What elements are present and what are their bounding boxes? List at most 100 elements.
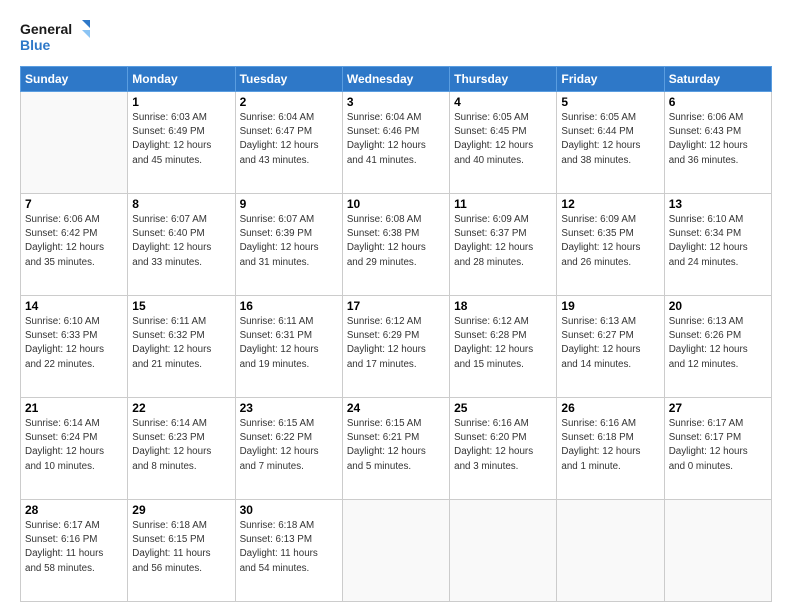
cell-daylight-info: Sunrise: 6:12 AMSunset: 6:29 PMDaylight:…	[347, 315, 445, 372]
cell-daylight-info: Sunrise: 6:17 AMSunset: 6:16 PMDaylight:…	[25, 519, 123, 576]
calendar-cell: 20 Sunrise: 6:13 AMSunset: 6:26 PMDayligh…	[664, 296, 771, 398]
cell-day-number: 9	[240, 197, 338, 211]
col-header-friday: Friday	[557, 67, 664, 92]
col-header-monday: Monday	[128, 67, 235, 92]
calendar-cell: 5 Sunrise: 6:05 AMSunset: 6:44 PMDaylight…	[557, 92, 664, 194]
cell-day-number: 30	[240, 503, 338, 517]
calendar-week-2: 7 Sunrise: 6:06 AMSunset: 6:42 PMDaylight…	[21, 194, 772, 296]
calendar-cell: 10Sunrise: 6:08 AMSunset: 6:38 PMDayligh…	[342, 194, 449, 296]
cell-day-number: 19	[561, 299, 659, 313]
cell-daylight-info: Sunrise: 6:06 AMSunset: 6:43 PMDaylight:…	[669, 111, 767, 168]
calendar-cell: 8 Sunrise: 6:07 AMSunset: 6:40 PMDaylight…	[128, 194, 235, 296]
cell-daylight-info: Sunrise: 6:05 AMSunset: 6:44 PMDaylight:…	[561, 111, 659, 168]
cell-day-number: 1	[132, 95, 230, 109]
logo-svg: General Blue	[20, 18, 90, 56]
calendar-cell: 27 Sunrise: 6:17 AMSunset: 6:17 PMDayligh…	[664, 398, 771, 500]
cell-day-number: 4	[454, 95, 552, 109]
cell-day-number: 15	[132, 299, 230, 313]
calendar-cell	[557, 500, 664, 602]
calendar-table: SundayMondayTuesdayWednesdayThursdayFrid…	[20, 66, 772, 602]
cell-day-number: 24	[347, 401, 445, 415]
cell-day-number: 20	[669, 299, 767, 313]
col-header-sunday: Sunday	[21, 67, 128, 92]
header: General Blue	[20, 18, 772, 56]
calendar-page: General Blue SundayMondayTuesdayWednesda…	[0, 0, 792, 612]
calendar-cell: 28 Sunrise: 6:17 AMSunset: 6:16 PMDayligh…	[21, 500, 128, 602]
cell-daylight-info: Sunrise: 6:06 AMSunset: 6:42 PMDaylight:…	[25, 213, 123, 270]
cell-daylight-info: Sunrise: 6:09 AMSunset: 6:37 PMDaylight:…	[454, 213, 552, 270]
calendar-cell	[450, 500, 557, 602]
cell-daylight-info: Sunrise: 6:15 AMSunset: 6:21 PMDaylight:…	[347, 417, 445, 474]
svg-text:General: General	[20, 21, 72, 37]
cell-daylight-info: Sunrise: 6:11 AMSunset: 6:31 PMDaylight:…	[240, 315, 338, 372]
cell-day-number: 21	[25, 401, 123, 415]
cell-day-number: 16	[240, 299, 338, 313]
calendar-cell: 17 Sunrise: 6:12 AMSunset: 6:29 PMDayligh…	[342, 296, 449, 398]
logo: General Blue	[20, 18, 90, 56]
calendar-cell: 1 Sunrise: 6:03 AMSunset: 6:49 PMDaylight…	[128, 92, 235, 194]
cell-daylight-info: Sunrise: 6:13 AMSunset: 6:26 PMDaylight:…	[669, 315, 767, 372]
svg-text:Blue: Blue	[20, 37, 51, 53]
cell-daylight-info: Sunrise: 6:05 AMSunset: 6:45 PMDaylight:…	[454, 111, 552, 168]
calendar-cell	[21, 92, 128, 194]
cell-day-number: 28	[25, 503, 123, 517]
cell-day-number: 18	[454, 299, 552, 313]
calendar-cell: 23 Sunrise: 6:15 AMSunset: 6:22 PMDayligh…	[235, 398, 342, 500]
calendar-cell: 14Sunrise: 6:10 AMSunset: 6:33 PMDayligh…	[21, 296, 128, 398]
calendar-cell: 2 Sunrise: 6:04 AMSunset: 6:47 PMDaylight…	[235, 92, 342, 194]
cell-day-number: 22	[132, 401, 230, 415]
calendar-cell: 15 Sunrise: 6:11 AMSunset: 6:32 PMDayligh…	[128, 296, 235, 398]
cell-daylight-info: Sunrise: 6:03 AMSunset: 6:49 PMDaylight:…	[132, 111, 230, 168]
cell-daylight-info: Sunrise: 6:04 AMSunset: 6:47 PMDaylight:…	[240, 111, 338, 168]
cell-day-number: 7	[25, 197, 123, 211]
cell-day-number: 14	[25, 299, 123, 313]
calendar-cell: 22 Sunrise: 6:14 AMSunset: 6:23 PMDayligh…	[128, 398, 235, 500]
cell-day-number: 27	[669, 401, 767, 415]
calendar-cell: 7 Sunrise: 6:06 AMSunset: 6:42 PMDaylight…	[21, 194, 128, 296]
calendar-cell: 30 Sunrise: 6:18 AMSunset: 6:13 PMDayligh…	[235, 500, 342, 602]
cell-day-number: 29	[132, 503, 230, 517]
cell-day-number: 3	[347, 95, 445, 109]
calendar-cell: 6 Sunrise: 6:06 AMSunset: 6:43 PMDaylight…	[664, 92, 771, 194]
calendar-cell: 26Sunrise: 6:16 AMSunset: 6:18 PMDayligh…	[557, 398, 664, 500]
cell-daylight-info: Sunrise: 6:14 AMSunset: 6:24 PMDaylight:…	[25, 417, 123, 474]
cell-daylight-info: Sunrise: 6:11 AMSunset: 6:32 PMDaylight:…	[132, 315, 230, 372]
calendar-week-4: 21 Sunrise: 6:14 AMSunset: 6:24 PMDayligh…	[21, 398, 772, 500]
cell-day-number: 25	[454, 401, 552, 415]
calendar-week-1: 1 Sunrise: 6:03 AMSunset: 6:49 PMDaylight…	[21, 92, 772, 194]
cell-day-number: 5	[561, 95, 659, 109]
cell-day-number: 6	[669, 95, 767, 109]
calendar-cell: 29 Sunrise: 6:18 AMSunset: 6:15 PMDayligh…	[128, 500, 235, 602]
cell-day-number: 26	[561, 401, 659, 415]
cell-daylight-info: Sunrise: 6:08 AMSunset: 6:38 PMDaylight:…	[347, 213, 445, 270]
cell-day-number: 2	[240, 95, 338, 109]
cell-daylight-info: Sunrise: 6:18 AMSunset: 6:15 PMDaylight:…	[132, 519, 230, 576]
calendar-cell: 12 Sunrise: 6:09 AMSunset: 6:35 PMDayligh…	[557, 194, 664, 296]
cell-day-number: 8	[132, 197, 230, 211]
cell-daylight-info: Sunrise: 6:12 AMSunset: 6:28 PMDaylight:…	[454, 315, 552, 372]
calendar-cell: 9 Sunrise: 6:07 AMSunset: 6:39 PMDaylight…	[235, 194, 342, 296]
calendar-header-row: SundayMondayTuesdayWednesdayThursdayFrid…	[21, 67, 772, 92]
calendar-cell: 25Sunrise: 6:16 AMSunset: 6:20 PMDayligh…	[450, 398, 557, 500]
cell-daylight-info: Sunrise: 6:10 AMSunset: 6:34 PMDaylight:…	[669, 213, 767, 270]
cell-daylight-info: Sunrise: 6:09 AMSunset: 6:35 PMDaylight:…	[561, 213, 659, 270]
cell-daylight-info: Sunrise: 6:14 AMSunset: 6:23 PMDaylight:…	[132, 417, 230, 474]
cell-daylight-info: Sunrise: 6:04 AMSunset: 6:46 PMDaylight:…	[347, 111, 445, 168]
cell-day-number: 12	[561, 197, 659, 211]
col-header-saturday: Saturday	[664, 67, 771, 92]
calendar-cell: 24 Sunrise: 6:15 AMSunset: 6:21 PMDayligh…	[342, 398, 449, 500]
cell-daylight-info: Sunrise: 6:15 AMSunset: 6:22 PMDaylight:…	[240, 417, 338, 474]
calendar-cell: 21 Sunrise: 6:14 AMSunset: 6:24 PMDayligh…	[21, 398, 128, 500]
cell-daylight-info: Sunrise: 6:13 AMSunset: 6:27 PMDaylight:…	[561, 315, 659, 372]
calendar-cell: 4 Sunrise: 6:05 AMSunset: 6:45 PMDaylight…	[450, 92, 557, 194]
cell-daylight-info: Sunrise: 6:07 AMSunset: 6:40 PMDaylight:…	[132, 213, 230, 270]
cell-daylight-info: Sunrise: 6:18 AMSunset: 6:13 PMDaylight:…	[240, 519, 338, 576]
cell-daylight-info: Sunrise: 6:17 AMSunset: 6:17 PMDaylight:…	[669, 417, 767, 474]
cell-daylight-info: Sunrise: 6:07 AMSunset: 6:39 PMDaylight:…	[240, 213, 338, 270]
cell-day-number: 17	[347, 299, 445, 313]
calendar-cell	[664, 500, 771, 602]
cell-day-number: 23	[240, 401, 338, 415]
calendar-cell: 11Sunrise: 6:09 AMSunset: 6:37 PMDayligh…	[450, 194, 557, 296]
calendar-cell: 19 Sunrise: 6:13 AMSunset: 6:27 PMDayligh…	[557, 296, 664, 398]
cell-day-number: 13	[669, 197, 767, 211]
